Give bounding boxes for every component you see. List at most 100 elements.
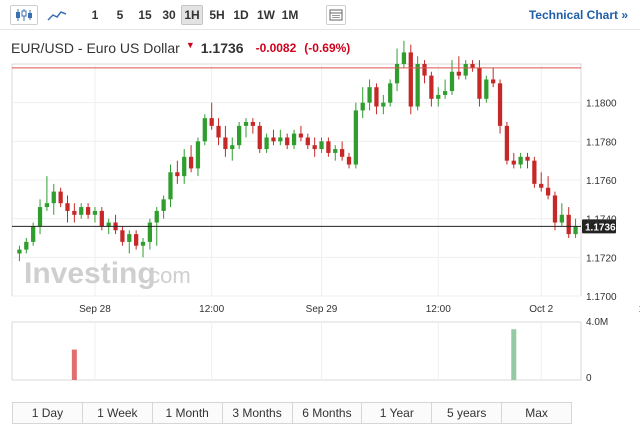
candle-body [51,191,56,204]
candle-body [237,125,242,146]
y-axis: 1.1800 1.1780 1.1760 1.1740 1.1720 1.1700 [586,99,617,303]
candle-body [298,133,304,138]
candle-body [195,141,201,169]
candle-body [92,210,98,215]
candle-body [44,203,50,208]
candle-body [339,149,345,157]
candle-body [24,241,29,250]
volume-pane: 4.0M 0 [71,317,608,384]
candle-body [278,137,283,142]
candle-body [134,234,139,246]
x-tick-label: Sep 29 [306,304,338,315]
candle-body [449,71,455,92]
candle-body [552,195,558,223]
range-1-year[interactable]: 1 Year [362,403,433,423]
candle-body [319,141,324,150]
candle-body [408,52,413,107]
volume-frame [11,321,582,381]
x-axis: Sep 2812:00Sep 2912:00Oct 212:00 [79,304,640,315]
candle-body [436,94,441,99]
candle-body [285,137,290,146]
price-chart: Investing .com 1.1736 1.1800 1.1780 1.1760… [11,40,640,384]
candle-body [17,249,22,254]
range-1-month[interactable]: 1 Month [152,403,223,423]
candle-body [312,145,317,150]
candle-body [140,241,146,246]
candle-body [85,207,91,215]
candle-body [147,222,153,242]
candle-body [230,145,235,150]
volume-bar [511,329,517,380]
candle-body [223,137,228,150]
candle-body [429,75,434,99]
candle-body [305,137,310,146]
candle-body [127,234,132,242]
range-1-week[interactable]: 1 Week [82,403,153,423]
candle-body [566,214,571,235]
candle-body [497,83,503,126]
y-tick-label: 1.1740 [586,215,617,226]
candle-body [381,102,386,107]
volume-tick-label: 4.0M [586,317,608,328]
range-1-day[interactable]: 1 Day [13,403,83,423]
candle-body [37,207,43,227]
candle-body [511,160,516,165]
candle-body [532,160,537,184]
range-3-months[interactable]: 3 Months [222,403,293,423]
candle-body [58,191,63,204]
x-tick-label: 12:00 [426,304,451,315]
candle-body [353,110,358,165]
candle-body [367,87,372,103]
watermark-brand: Investing [24,257,156,290]
candle-body [559,214,564,223]
x-tick-label: Oct 2 [529,304,553,315]
y-tick-label: 1.1720 [586,253,617,264]
candle-body [250,122,256,126]
range-6-months[interactable]: 6 Months [292,403,363,423]
y-tick-label: 1.1780 [586,137,617,148]
candle-body [573,226,578,235]
range-max[interactable]: Max [502,403,571,423]
candle-body [99,210,104,227]
candle-body [168,172,173,200]
range-selector: 1 Day 1 Week 1 Month 3 Months 6 Months 1… [12,402,572,424]
candle-body [79,207,84,215]
candle-body [545,187,551,196]
chart-grid [11,63,582,381]
candle-body [388,83,393,103]
candle-body [346,156,352,165]
candle-body [264,137,269,150]
x-tick-label: Sep 28 [79,304,111,315]
candle-body [477,67,482,99]
range-5-years[interactable]: 5 years [432,403,503,423]
candle-body [394,64,400,84]
y-tick-label: 1.1700 [586,292,617,303]
candle-body [106,222,111,227]
candle-body [188,156,194,169]
candle-body [182,156,187,177]
candle-body [518,156,523,165]
candle-body [333,149,338,153]
candle-body [72,210,77,215]
x-tick-label: 12:00 [199,304,224,315]
candle-body [463,64,468,76]
candle-body [360,102,365,111]
candle-body [374,87,379,107]
candle-body [504,125,510,161]
candle-body [216,125,221,138]
chart-lines: 1.1736 [12,67,616,234]
candle-body [470,64,475,68]
candle-body [491,79,496,84]
candle-body [120,230,125,242]
candle-body [202,118,207,142]
candle-body [415,64,420,107]
candle-body [525,156,530,161]
candle-body [154,210,159,223]
candle-body [31,226,36,242]
y-tick-label: 1.1760 [586,176,617,187]
candle-body [257,125,262,150]
candle-body [456,71,461,76]
candle-body [271,137,276,142]
candle-body [291,133,297,146]
volume-bar [71,349,77,380]
